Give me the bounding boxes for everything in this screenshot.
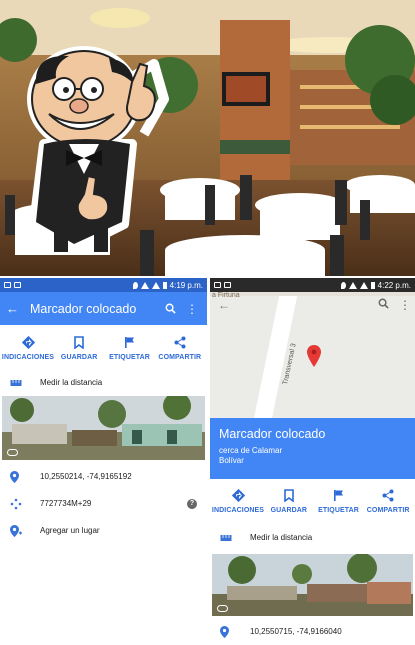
label-button[interactable]: ETIQUETAR: [104, 335, 154, 361]
app-bar: ← Marcador colocado ⋮: [0, 292, 207, 325]
plus-code-text: 7727734M+29: [40, 499, 92, 508]
share-button[interactable]: COMPARTIR: [155, 335, 205, 361]
more-options-icon[interactable]: ⋮: [399, 298, 411, 312]
back-arrow-icon[interactable]: ←: [6, 301, 24, 316]
street-view-thumbnail[interactable]: [212, 554, 413, 616]
measure-distance-row[interactable]: Medir la distancia: [210, 524, 415, 551]
share-icon: [382, 488, 394, 502]
plus-code-row[interactable]: 7727734M+29 ?: [0, 490, 207, 517]
restaurant-photo: [0, 0, 415, 276]
add-place-label: Agregar un lugar: [40, 526, 100, 535]
label-button[interactable]: ETIQUETAR: [314, 488, 364, 514]
back-arrow-icon[interactable]: ←: [218, 298, 230, 312]
bookmark-icon: [74, 335, 84, 349]
measure-distance-label: Medir la distancia: [40, 378, 103, 387]
place-title: Marcador colocado: [219, 427, 326, 441]
street-view-image: [212, 554, 413, 616]
image-icon: [224, 282, 231, 288]
action-label: INDICACIONES: [211, 507, 265, 514]
signal-icon: [151, 281, 160, 289]
action-label: COMPARTIR: [158, 354, 202, 361]
more-options-icon[interactable]: ⋮: [183, 302, 201, 316]
ruler-icon: [10, 379, 30, 387]
bookmark-icon: [284, 488, 294, 502]
coordinates-text: 10,2550214, -74,9165192: [40, 472, 132, 481]
wifi-icon: [140, 281, 149, 289]
place-subtitle-line1: cerca de Calamar: [219, 446, 283, 455]
directions-icon: [21, 335, 35, 349]
ruler-icon: [220, 534, 240, 542]
help-icon[interactable]: ?: [187, 498, 197, 509]
coordinates-row[interactable]: 10,2550715, -74,9166040: [210, 618, 415, 645]
location-status-icon: [340, 281, 346, 289]
status-time: 4:19 p.m.: [169, 280, 203, 290]
left-phone-screen: 4:19 p.m. ← Marcador colocado ⋮ INDICACI…: [0, 278, 207, 645]
map-view[interactable]: a Firtuna ← ⋮ Transversal 3: [210, 292, 415, 418]
search-icon[interactable]: [165, 303, 183, 314]
action-bar: INDICACIONES GUARDAR ETIQUETAR COMPARTIR: [210, 479, 415, 518]
add-location-icon: [10, 524, 30, 537]
save-button[interactable]: GUARDAR: [54, 335, 104, 361]
search-icon[interactable]: [378, 298, 389, 312]
page-title: Marcador colocado: [30, 301, 137, 316]
flag-icon: [333, 488, 344, 502]
add-place-row[interactable]: Agregar un lugar: [0, 517, 207, 544]
street-view-image: [2, 396, 205, 460]
directions-icon: [231, 488, 245, 502]
dropped-pin-icon[interactable]: [307, 345, 321, 372]
flag-icon: [124, 335, 135, 349]
message-icon: [4, 282, 11, 288]
coordinates-row[interactable]: 10,2550214, -74,9165192: [0, 463, 207, 490]
action-label: ETIQUETAR: [318, 507, 359, 514]
action-bar: INDICACIONES GUARDAR ETIQUETAR COMPARTIR: [0, 325, 207, 365]
action-label: ETIQUETAR: [109, 354, 150, 361]
location-pin-icon: [10, 470, 30, 483]
action-label: COMPARTIR: [366, 507, 410, 514]
wifi-icon: [348, 281, 357, 289]
signal-icon: [359, 281, 368, 289]
map-toolbar: ⋮: [378, 298, 411, 312]
save-button[interactable]: GUARDAR: [264, 488, 314, 514]
share-icon: [174, 335, 186, 349]
location-pin-icon: [220, 625, 240, 638]
action-label: INDICACIONES: [1, 354, 55, 361]
street-view-thumbnail[interactable]: [2, 396, 205, 460]
street-view-icon: [7, 449, 18, 456]
status-time: 4:22 p.m.: [377, 280, 411, 290]
status-bar: 4:22 p.m.: [210, 278, 415, 292]
action-label: GUARDAR: [60, 354, 98, 361]
place-info-card[interactable]: Marcador colocado cerca de Calamar Bolív…: [210, 418, 415, 479]
battery-icon: [370, 281, 375, 289]
place-subtitle-line2: Bolívar: [219, 456, 244, 465]
action-label: GUARDAR: [270, 507, 308, 514]
status-bar: 4:19 p.m.: [0, 278, 207, 292]
location-status-icon: [132, 281, 138, 289]
coordinates-text: 10,2550715, -74,9166040: [250, 627, 342, 636]
battery-icon: [162, 281, 167, 289]
cartoon-chef-thumbs-up-icon: [27, 46, 169, 254]
measure-distance-label: Medir la distancia: [250, 533, 313, 542]
message-icon: [214, 282, 221, 288]
share-button[interactable]: COMPARTIR: [363, 488, 413, 514]
directions-button[interactable]: INDICACIONES: [2, 335, 54, 361]
directions-button[interactable]: INDICACIONES: [212, 488, 264, 514]
image-icon: [14, 282, 21, 288]
street-view-icon: [217, 605, 228, 612]
measure-distance-row[interactable]: Medir la distancia: [0, 369, 207, 396]
plus-code-icon: [10, 498, 30, 510]
screenshot-collage: 4:19 p.m. ← Marcador colocado ⋮ INDICACI…: [0, 0, 415, 645]
right-phone-screen: 4:22 p.m. a Firtuna ← ⋮ Transversal 3 Ma…: [210, 278, 415, 645]
